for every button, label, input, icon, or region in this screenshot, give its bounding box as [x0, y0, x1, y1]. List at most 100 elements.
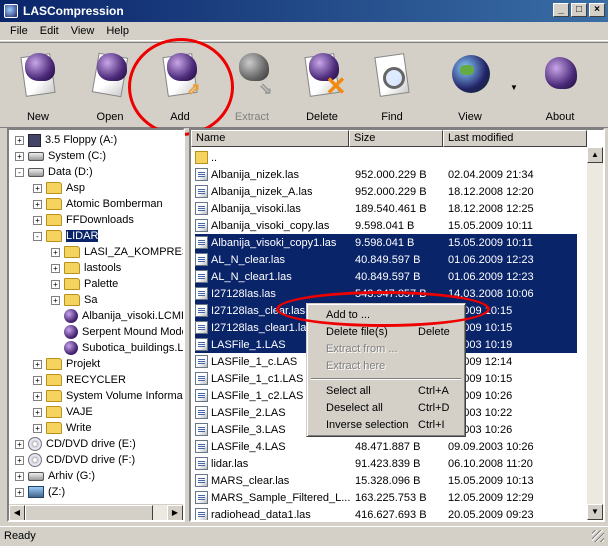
- file-row[interactable]: Albanija_visoki.las 189.540.461 B 18.12.20…: [195, 200, 577, 217]
- tree-item-label: Albanija_visoki.LCMP: [82, 310, 185, 322]
- tree-item[interactable]: Albanija_visoki.LCMP: [51, 308, 185, 324]
- tree-item[interactable]: - Data (D:): [15, 164, 93, 180]
- file-row[interactable]: lidar.las 91.423.839 B 06.10.2008 11:20: [195, 455, 577, 472]
- folder-icon: [46, 422, 62, 434]
- tree-item[interactable]: + Atomic Bomberman: [33, 196, 163, 212]
- menu-file[interactable]: File: [4, 25, 34, 37]
- file-row[interactable]: Albanija_visoki_copy.las 9.598.041 B 15.05…: [195, 217, 577, 234]
- expand-icon[interactable]: +: [51, 263, 60, 273]
- expand-icon[interactable]: +: [15, 439, 24, 449]
- list-vertical-scrollbar[interactable]: ▲ ▼: [587, 147, 603, 520]
- folder-tree[interactable]: +3.5 Floppy (A:) + System (C:) - Data (D:) + A…: [7, 128, 185, 522]
- context-menu-item[interactable]: Deselect all Ctrl+D: [310, 400, 462, 417]
- tree-item[interactable]: + Write: [33, 420, 91, 436]
- file-row[interactable]: Albanija_nizek_A.las 952.000.229 B 18.12.2…: [195, 183, 577, 200]
- scroll-down-icon[interactable]: ▼: [587, 504, 603, 520]
- expand-icon[interactable]: +: [33, 215, 42, 225]
- tree-item[interactable]: + System Volume Informat: [33, 388, 183, 404]
- tree-item[interactable]: + System (C:): [15, 148, 106, 164]
- close-button[interactable]: ×: [589, 3, 605, 17]
- file-row[interactable]: LASFile_4.LAS 48.471.887 B 09.09.2003 10:2…: [195, 438, 577, 455]
- expand-icon[interactable]: +: [15, 135, 24, 145]
- scroll-up-icon[interactable]: ▲: [587, 147, 603, 163]
- delete-button[interactable]: ✕ Delete: [290, 45, 354, 127]
- file-row[interactable]: ..: [195, 149, 577, 166]
- context-menu-shortcut: Ctrl+D: [418, 402, 450, 414]
- about-button[interactable]: About: [528, 45, 592, 127]
- expand-icon[interactable]: +: [15, 471, 24, 481]
- expand-icon[interactable]: +: [15, 455, 24, 465]
- tree-item[interactable]: + CD/DVD drive (E:): [15, 436, 136, 452]
- file-row[interactable]: AL_N_clear.las 40.849.597 B 01.06.2009 12:…: [195, 251, 577, 268]
- view-dropdown-arrow-icon[interactable]: ▼: [510, 83, 518, 92]
- collapse-icon[interactable]: -: [33, 231, 42, 241]
- file-row[interactable]: Albanija_visoki_copy1.las 9.598.041 B 15.0…: [195, 234, 577, 251]
- expand-icon[interactable]: +: [33, 199, 42, 209]
- lasfile-icon: [64, 325, 78, 339]
- context-menu-label: Deselect all: [326, 402, 383, 414]
- context-menu-item[interactable]: Extract from ...: [310, 341, 462, 358]
- file-name: radiohead_data1.las: [211, 508, 311, 521]
- tree-item[interactable]: + (Z:): [15, 484, 65, 500]
- view-button[interactable]: View: [438, 45, 502, 127]
- expand-icon[interactable]: +: [33, 359, 42, 369]
- maximize-button[interactable]: □: [571, 3, 587, 17]
- expand-icon[interactable]: +: [51, 247, 60, 257]
- tree-item[interactable]: + Palette: [51, 276, 118, 292]
- expand-icon[interactable]: +: [51, 279, 60, 289]
- menu-view[interactable]: View: [65, 25, 101, 37]
- scroll-right-icon[interactable]: ▶: [167, 505, 183, 520]
- title-bar[interactable]: LASCompression _ □ ×: [0, 0, 608, 22]
- expand-icon[interactable]: +: [33, 423, 42, 433]
- collapse-icon[interactable]: -: [15, 167, 24, 177]
- context-menu-item[interactable]: Inverse selection Ctrl+I: [310, 417, 462, 434]
- expand-icon[interactable]: +: [15, 487, 24, 497]
- context-menu-item[interactable]: Extract here: [310, 358, 462, 375]
- resize-grip-icon[interactable]: [592, 530, 604, 542]
- expand-icon[interactable]: +: [51, 295, 60, 305]
- file-name: LASFile_3.LAS: [211, 423, 286, 436]
- tree-item[interactable]: + LASI_ZA_KOMPRESI: [51, 244, 183, 260]
- tree-item[interactable]: + CD/DVD drive (F:): [15, 452, 135, 468]
- tree-item[interactable]: + FFDownloads: [33, 212, 134, 228]
- file-size: 9.598.041 B: [355, 219, 415, 232]
- tree-item[interactable]: + Projekt: [33, 356, 100, 372]
- tree-item[interactable]: +3.5 Floppy (A:): [15, 132, 117, 148]
- folder-up-icon: [195, 151, 208, 164]
- tree-item[interactable]: Subotica_buildings.LC: [51, 340, 183, 356]
- column-size[interactable]: Size: [349, 130, 443, 147]
- find-button[interactable]: Find: [360, 45, 424, 127]
- expand-icon[interactable]: +: [33, 183, 42, 193]
- tree-item[interactable]: + lastools: [51, 260, 121, 276]
- file-row[interactable]: MARS_clear.las 15.328.096 B 15.05.2009 10:…: [195, 472, 577, 489]
- column-name[interactable]: Name: [191, 130, 349, 147]
- expand-icon[interactable]: +: [15, 151, 24, 161]
- tree-item[interactable]: + RECYCLER: [33, 372, 126, 388]
- file-row[interactable]: radiohead_data1.las 416.627.693 B 20.05.20…: [195, 506, 577, 521]
- tree-item[interactable]: Serpent Mound Mode: [51, 324, 183, 340]
- tree-item[interactable]: + Arhiv (G:): [15, 468, 95, 484]
- tree-item[interactable]: - LIDAR: [33, 228, 99, 244]
- menu-help[interactable]: Help: [100, 25, 135, 37]
- las-file-icon: [195, 457, 208, 470]
- new-button[interactable]: New: [6, 45, 70, 127]
- menu-edit[interactable]: Edit: [34, 25, 65, 37]
- minimize-button[interactable]: _: [553, 3, 569, 17]
- scroll-thumb[interactable]: [25, 505, 153, 520]
- tree-horizontal-scrollbar[interactable]: ◀ ▶: [9, 504, 183, 520]
- tree-item-label: Palette: [84, 278, 119, 290]
- file-row[interactable]: MARS_Sample_Filtered_L... 163.225.753 B 12…: [195, 489, 577, 506]
- file-row[interactable]: Albanija_nizek.las 952.000.229 B 02.04.200…: [195, 166, 577, 183]
- column-last-modified[interactable]: Last modified: [443, 130, 587, 147]
- folder-icon: [46, 182, 62, 194]
- expand-icon[interactable]: +: [33, 407, 42, 417]
- expand-icon[interactable]: +: [33, 391, 42, 401]
- scroll-left-icon[interactable]: ◀: [9, 505, 25, 520]
- tree-item[interactable]: + Asp: [33, 180, 85, 196]
- tree-item[interactable]: + Sa: [51, 292, 97, 308]
- context-menu-item[interactable]: Select all Ctrl+A: [310, 383, 462, 400]
- tree-item[interactable]: + VAJE: [33, 404, 93, 420]
- expand-icon[interactable]: +: [33, 375, 42, 385]
- file-row[interactable]: AL_N_clear1.las 40.849.597 B 01.06.2009 12…: [195, 268, 577, 285]
- status-bar: Ready: [0, 526, 608, 546]
